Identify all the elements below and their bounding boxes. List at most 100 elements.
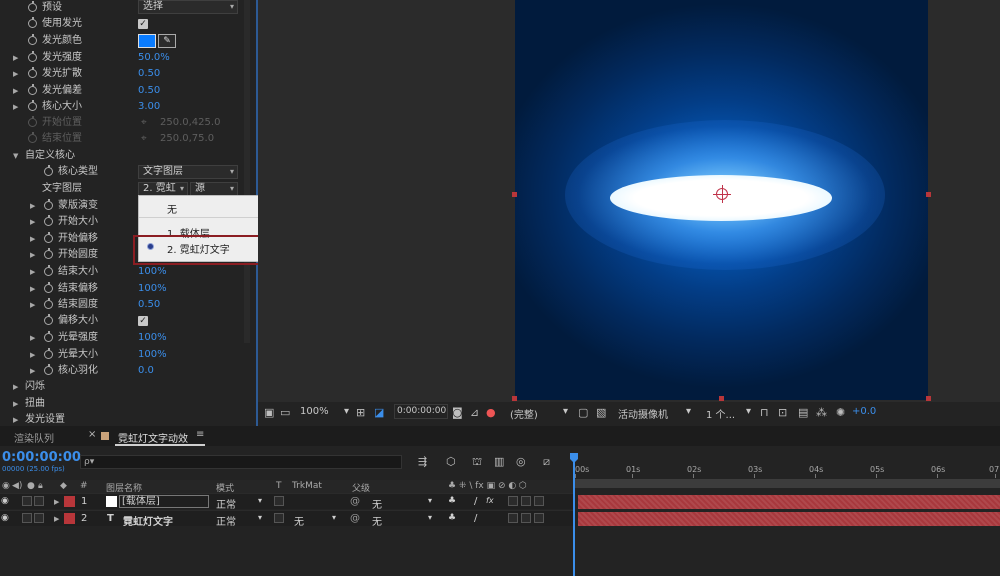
chevron-down-icon[interactable]: ▾ bbox=[258, 496, 262, 505]
timeline-timecode[interactable]: 0:00:00:00 bbox=[2, 450, 81, 465]
twirl-down-icon[interactable]: ▼ bbox=[13, 148, 18, 164]
label-color[interactable] bbox=[64, 513, 75, 524]
audio-switch[interactable] bbox=[22, 513, 32, 523]
effect-value[interactable]: 100% bbox=[138, 281, 167, 297]
stopwatch-icon[interactable] bbox=[44, 199, 53, 210]
parent-dropdown[interactable]: 无 bbox=[372, 496, 382, 511]
snapshot-icon[interactable]: ▣ bbox=[264, 406, 274, 419]
glow-color-swatch[interactable] bbox=[138, 34, 156, 48]
solo-switch[interactable] bbox=[34, 496, 44, 506]
frame-blending-icon[interactable]: ▥ bbox=[494, 455, 504, 468]
layer-name[interactable]: 霓虹灯文字 bbox=[123, 513, 173, 528]
twirl-right-icon[interactable]: ▶ bbox=[13, 396, 18, 412]
fast-preview-icon[interactable]: ▤ bbox=[798, 406, 808, 419]
twirl-right-icon[interactable]: ▶ bbox=[30, 297, 35, 313]
stopwatch-icon[interactable] bbox=[44, 331, 53, 342]
flowchart-icon[interactable]: ⁂ bbox=[816, 406, 827, 419]
chevron-down-icon[interactable]: ▾ bbox=[344, 406, 349, 417]
effect-value[interactable]: 100% bbox=[138, 330, 167, 346]
show-snapshot-icon[interactable]: ⊿ bbox=[470, 406, 479, 419]
stopwatch-icon[interactable] bbox=[28, 67, 37, 78]
effect-value[interactable]: 3.00 bbox=[138, 99, 160, 115]
draft-3d-icon[interactable]: ⬡ bbox=[446, 455, 456, 468]
shy-layers-icon[interactable]: ⛫ bbox=[472, 455, 482, 470]
3d-switch[interactable] bbox=[534, 513, 544, 523]
exposure-icon[interactable]: ✺ bbox=[836, 406, 845, 419]
label-color[interactable] bbox=[64, 496, 75, 507]
chevron-down-icon[interactable]: ▾ bbox=[332, 513, 336, 522]
anchor-point-icon[interactable] bbox=[713, 185, 731, 203]
stopwatch-icon[interactable] bbox=[28, 84, 37, 95]
stopwatch-icon[interactable] bbox=[28, 100, 37, 111]
tab-render-queue[interactable]: 渲染队列 bbox=[14, 430, 54, 445]
pickwhip-icon[interactable]: @ bbox=[350, 513, 360, 524]
trkmat-dropdown[interactable]: 无 bbox=[294, 513, 304, 528]
stopwatch-icon[interactable] bbox=[44, 248, 53, 259]
stopwatch-icon[interactable] bbox=[28, 34, 37, 45]
motion-blur-switch[interactable] bbox=[508, 513, 518, 523]
layer-handle[interactable] bbox=[512, 192, 517, 197]
eye-icon[interactable]: ◉ bbox=[1, 496, 9, 506]
eye-icon[interactable]: ◉ bbox=[1, 513, 9, 523]
solo-switch[interactable] bbox=[34, 513, 44, 523]
zoom-dropdown[interactable]: 100% bbox=[300, 406, 329, 417]
motion-blur-icon[interactable]: ◎ bbox=[516, 455, 526, 468]
motion-blur-switch[interactable] bbox=[508, 496, 518, 506]
effect-value[interactable]: 50.0% bbox=[138, 50, 170, 66]
resolution-dropdown[interactable]: (完整) bbox=[510, 406, 538, 421]
twirl-right-icon[interactable]: ▶ bbox=[30, 198, 35, 214]
adjustment-switch[interactable] bbox=[521, 513, 531, 523]
layer-handle[interactable] bbox=[926, 396, 931, 401]
stopwatch-icon[interactable] bbox=[44, 232, 53, 243]
effect-value[interactable]: 100% bbox=[138, 347, 167, 363]
mask-icon[interactable]: ◪ bbox=[374, 406, 384, 419]
3d-switch[interactable] bbox=[534, 496, 544, 506]
twirl-right-icon[interactable]: ▶ bbox=[30, 281, 35, 297]
menu-icon[interactable]: ≡ bbox=[196, 429, 204, 440]
stopwatch-icon[interactable] bbox=[44, 314, 53, 325]
audio-switch[interactable] bbox=[22, 496, 32, 506]
grid-icon[interactable]: ⊞ bbox=[356, 406, 365, 419]
quality-icon[interactable]: / bbox=[474, 496, 477, 507]
stopwatch-icon[interactable] bbox=[28, 51, 37, 62]
current-time[interactable]: 0:00:00:00 bbox=[394, 404, 448, 419]
twirl-right-icon[interactable]: ▶ bbox=[30, 214, 35, 230]
stopwatch-icon[interactable] bbox=[44, 348, 53, 359]
transparency-grid-icon[interactable]: ▧ bbox=[596, 406, 606, 419]
preset-dropdown[interactable]: 选择 ▾ bbox=[138, 0, 238, 14]
chevron-down-icon[interactable]: ▾ bbox=[428, 496, 432, 505]
twirl-right-icon[interactable]: ▶ bbox=[54, 515, 59, 523]
text-layer-dropdown[interactable]: 2. 霓虹 ▾ bbox=[138, 182, 188, 196]
layer-handle[interactable] bbox=[926, 192, 931, 197]
layer-row[interactable]: ◉ ▶ 2 T 霓虹灯文字 正常 ▾ 无 ▾ @ 无 ▾ ♣ / bbox=[0, 510, 575, 528]
stopwatch-icon[interactable] bbox=[28, 17, 37, 28]
chevron-down-icon[interactable]: ▾ bbox=[428, 513, 432, 522]
twirl-right-icon[interactable]: ▶ bbox=[30, 231, 35, 247]
exposure-value[interactable]: +0.0 bbox=[852, 406, 876, 417]
shy-icon[interactable]: ♣ bbox=[448, 496, 456, 506]
group-custom-core[interactable]: ▼ 自定义核心 bbox=[0, 148, 244, 164]
effect-value[interactable]: 0.0 bbox=[138, 363, 154, 379]
offset-size-checkbox[interactable]: ✓ bbox=[138, 316, 148, 326]
layer-duration-bar[interactable] bbox=[578, 495, 1000, 509]
twirl-right-icon[interactable]: ▶ bbox=[13, 83, 18, 99]
stopwatch-icon[interactable] bbox=[44, 265, 53, 276]
layer-handle[interactable] bbox=[512, 396, 517, 401]
effect-value[interactable]: 100% bbox=[138, 264, 167, 280]
stopwatch-icon[interactable] bbox=[44, 282, 53, 293]
twirl-right-icon[interactable]: ▶ bbox=[30, 347, 35, 363]
chevron-down-icon[interactable]: ▾ bbox=[258, 513, 262, 522]
twirl-right-icon[interactable]: ▶ bbox=[54, 498, 59, 506]
twirl-right-icon[interactable]: ▶ bbox=[30, 330, 35, 346]
core-type-dropdown[interactable]: 文字图层 ▾ bbox=[138, 165, 238, 179]
comp-flowchart-icon[interactable]: ⇶ bbox=[418, 455, 427, 468]
monitor-icon[interactable]: ▭ bbox=[280, 406, 290, 419]
composition-canvas[interactable] bbox=[515, 0, 928, 400]
layer-duration-bar[interactable] bbox=[578, 512, 1000, 526]
chevron-down-icon[interactable]: ▾ bbox=[563, 406, 568, 417]
adjustment-switch[interactable] bbox=[521, 496, 531, 506]
group-glow-settings[interactable]: ▶ 发光设置 bbox=[0, 412, 244, 426]
twirl-right-icon[interactable]: ▶ bbox=[13, 379, 18, 395]
twirl-right-icon[interactable]: ▶ bbox=[13, 412, 18, 426]
graph-editor-icon[interactable]: ⧄ bbox=[543, 455, 550, 469]
